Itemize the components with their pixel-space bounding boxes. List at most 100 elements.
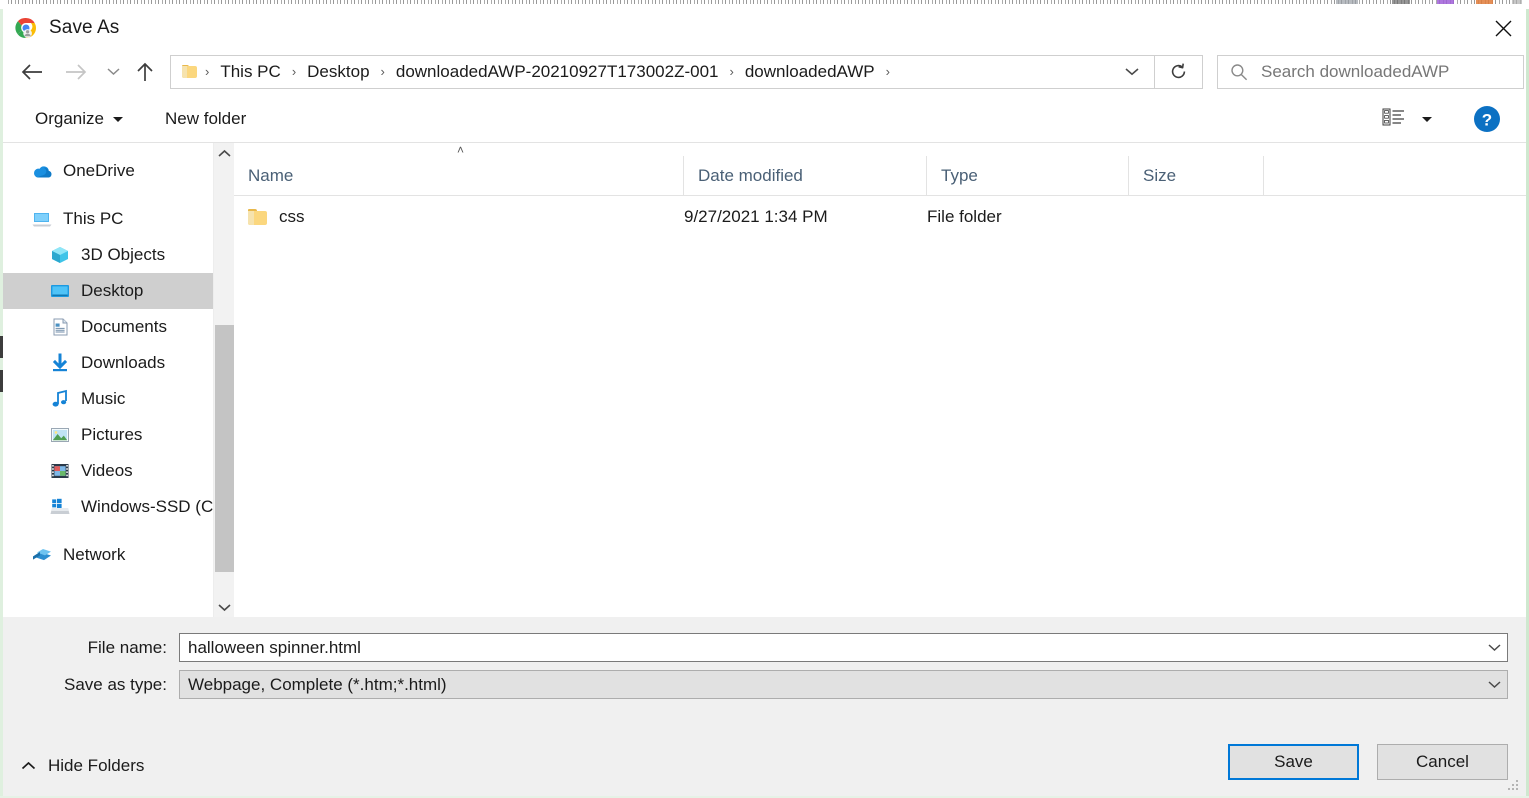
sidebar-item-label: Windows-SSD (C	[81, 497, 214, 516]
network-icon	[31, 545, 53, 565]
this-pc-icon	[31, 209, 53, 229]
window-title: Save As	[49, 17, 120, 38]
scroll-up-chevron-icon[interactable]	[214, 143, 234, 163]
column-header-size[interactable]: Size	[1129, 155, 1264, 196]
sidebar-item-desktop[interactable]: Desktop	[3, 273, 234, 309]
navigation-bar: › This PC › Desktop › downloadedAWP-2021…	[3, 47, 1526, 96]
column-header-type[interactable]: Type	[927, 155, 1129, 196]
sidebar-item-pictures[interactable]: Pictures	[3, 417, 234, 453]
pictures-icon	[49, 425, 71, 445]
column-header-label: Type	[941, 165, 978, 185]
column-header-name[interactable]: Name	[234, 155, 684, 196]
3d-objects-icon	[49, 245, 71, 265]
sidebar-item-documents[interactable]: Documents	[3, 309, 234, 345]
file-name-chevron-down-icon[interactable]	[1481, 634, 1507, 661]
column-header-row: Name Date modified Type Size	[234, 155, 1526, 196]
column-header-date-modified[interactable]: Date modified	[684, 155, 927, 196]
sidebar-item-this-pc[interactable]: This PC	[3, 201, 234, 237]
column-header-label: Size	[1143, 165, 1177, 185]
chevron-down-icon	[112, 116, 123, 122]
scrollbar-thumb[interactable]	[215, 325, 234, 572]
background-swatch-4	[1476, 0, 1493, 4]
sidebar-item-music[interactable]: Music	[3, 381, 234, 417]
help-icon[interactable]: ?	[1472, 104, 1502, 134]
scroll-down-chevron-icon[interactable]	[214, 597, 234, 617]
recent-locations-chevron-down-icon[interactable]	[100, 54, 126, 90]
sidebar-item-network[interactable]: Network	[3, 537, 234, 573]
sidebar-item-videos[interactable]: Videos	[3, 453, 234, 489]
sidebar-item-3d-objects[interactable]: 3D Objects	[3, 237, 234, 273]
save-label: Save	[1274, 752, 1313, 771]
file-name-cell: css	[234, 207, 684, 227]
breadcrumb-item-desktop[interactable]: Desktop	[304, 62, 372, 82]
search-box[interactable]: Search downloadedAWP	[1217, 54, 1524, 89]
sidebar-item-label: Pictures	[81, 425, 143, 444]
organize-button[interactable]: Organize	[25, 103, 133, 135]
up-arrow-icon[interactable]	[130, 54, 160, 90]
table-row[interactable]: css 9/27/2021 1:34 PM File folder	[234, 196, 1526, 238]
file-name-input[interactable]: halloween spinner.html	[180, 638, 361, 658]
title-bar: Save As	[3, 9, 1526, 47]
refresh-icon[interactable]	[1155, 54, 1203, 89]
save-button[interactable]: Save	[1228, 744, 1359, 780]
file-date-cell: 9/27/2021 1:34 PM	[684, 207, 828, 226]
new-folder-label: New folder	[164, 109, 247, 128]
change-view-button[interactable]	[1376, 102, 1438, 136]
dialog-footer: File name: halloween spinner.html Save a…	[3, 617, 1526, 796]
sidebar-item-onedrive[interactable]: OneDrive	[3, 153, 234, 189]
column-header-label: Date modified	[698, 165, 803, 185]
breadcrumb-dropdown-chevron-down-icon[interactable]	[1110, 56, 1154, 88]
breadcrumb-item-downloadedawp-archive[interactable]: downloadedAWP-20210927T173002Z-001	[393, 62, 722, 82]
address-breadcrumb-bar[interactable]: › This PC › Desktop › downloadedAWP-2021…	[170, 54, 1155, 89]
cancel-button[interactable]: Cancel	[1377, 744, 1508, 780]
save-as-type-value: Webpage, Complete (*.htm;*.html)	[188, 674, 447, 694]
hide-folders-label: Hide Folders	[48, 756, 145, 775]
onedrive-icon	[31, 161, 53, 181]
svg-text:?: ?	[1482, 111, 1492, 130]
breadcrumb-separator: ›	[291, 64, 297, 79]
sidebar-item-label: Downloads	[81, 353, 166, 372]
downloads-icon	[49, 353, 71, 373]
folder-icon	[248, 209, 267, 225]
file-list-pane: ˄ Name Date modified Type Size css 9/27/…	[234, 143, 1526, 617]
command-bar: Organize New folder ?	[3, 96, 1526, 142]
column-header-label: Name	[248, 165, 294, 185]
close-icon[interactable]	[1480, 9, 1526, 47]
dialog-body: OneDrive This PC 3D Objects Desktop Docu…	[3, 142, 1526, 617]
save-as-dialog-screen: Save As › This PC › Desktop › downloaded…	[0, 0, 1529, 798]
sidebar-item-label: 3D Objects	[81, 245, 166, 264]
sidebar-item-windows-ssd[interactable]: Windows-SSD (C	[3, 489, 234, 525]
sidebar-item-label: Desktop	[81, 281, 144, 300]
sidebar-scrollbar[interactable]	[213, 143, 234, 617]
new-folder-button[interactable]: New folder	[155, 103, 256, 135]
breadcrumb-separator: ›	[885, 64, 890, 79]
background-tabstrip-text	[8, 0, 1521, 4]
drive-icon	[49, 497, 71, 517]
search-input[interactable]: Search downloadedAWP	[1261, 62, 1449, 82]
background-swatch-2	[1392, 0, 1410, 4]
organize-label: Organize	[35, 109, 104, 128]
sidebar-list: OneDrive This PC 3D Objects Desktop Docu…	[3, 143, 234, 573]
view-chevron-down-icon	[1422, 116, 1432, 122]
list-view-icon	[1382, 107, 1406, 132]
breadcrumb-folder-icon	[182, 64, 197, 79]
back-arrow-icon[interactable]	[14, 54, 50, 90]
background-swatch-5	[1512, 0, 1522, 4]
file-name-row: File name: halloween spinner.html	[3, 633, 1526, 662]
sort-ascending-indicator: ˄	[457, 143, 465, 157]
save-as-type-select[interactable]: Webpage, Complete (*.htm;*.html)	[179, 670, 1508, 699]
hide-folders-button[interactable]: Hide Folders	[21, 756, 144, 776]
sidebar-item-downloads[interactable]: Downloads	[3, 345, 234, 381]
cancel-label: Cancel	[1416, 752, 1469, 771]
save-as-type-chevron-down-icon[interactable]	[1481, 671, 1507, 698]
background-browser-strip	[0, 0, 1529, 9]
navigation-sidebar: OneDrive This PC 3D Objects Desktop Docu…	[3, 143, 234, 617]
file-name-label: File name:	[87, 637, 167, 657]
breadcrumb-item-this-pc[interactable]: This PC	[217, 62, 283, 82]
resize-grip-icon[interactable]	[1506, 778, 1520, 792]
breadcrumb-separator: ›	[380, 64, 385, 79]
file-name-field[interactable]: halloween spinner.html	[179, 633, 1508, 662]
breadcrumb-item-downloadedawp[interactable]: downloadedAWP	[742, 62, 878, 82]
